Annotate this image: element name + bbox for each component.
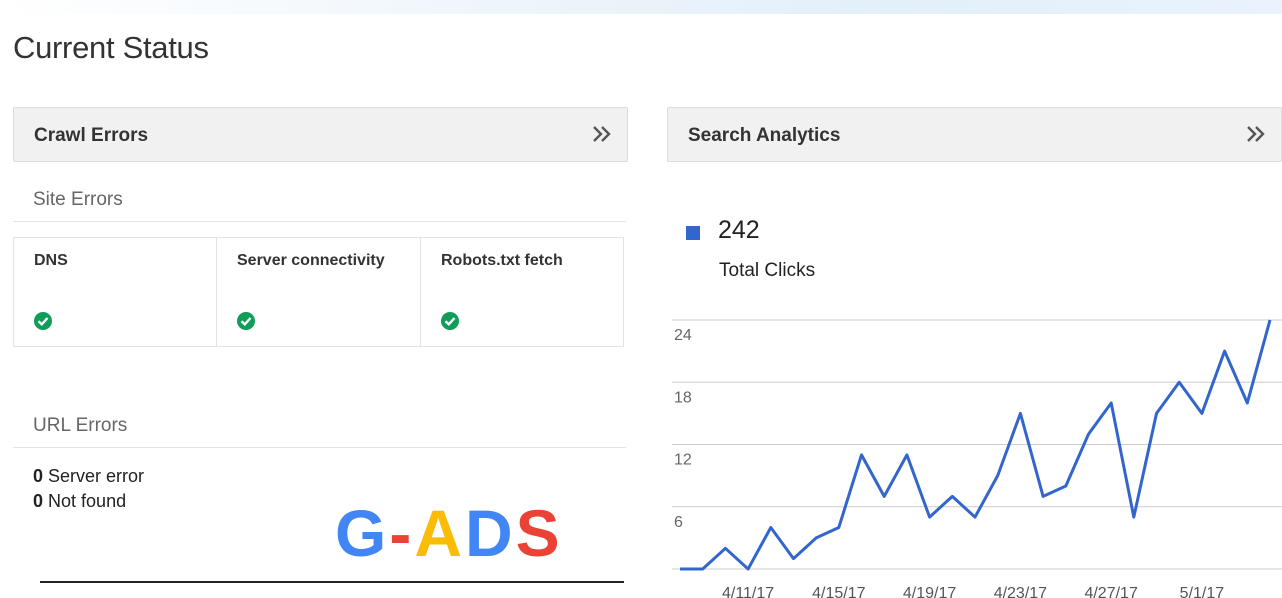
x-tick-label: 4/15/17 [812,585,865,598]
y-tick-label: 24 [674,327,692,344]
x-tick-label: 5/1/17 [1180,585,1225,598]
y-tick-label: 18 [674,389,692,406]
x-tick-label: 4/27/17 [1084,585,1137,598]
clicks-line-chart[interactable]: 6 12 18 24 4/11/17 4/15/17 4/19/17 4/23/17 4/27/… [0,0,1282,598]
x-tick-label: 4/11/17 [722,585,774,598]
x-tick-label: 4/23/17 [994,585,1047,598]
y-tick-label: 6 [674,514,683,531]
y-tick-label: 12 [674,452,692,469]
x-tick-label: 4/19/17 [903,585,956,598]
